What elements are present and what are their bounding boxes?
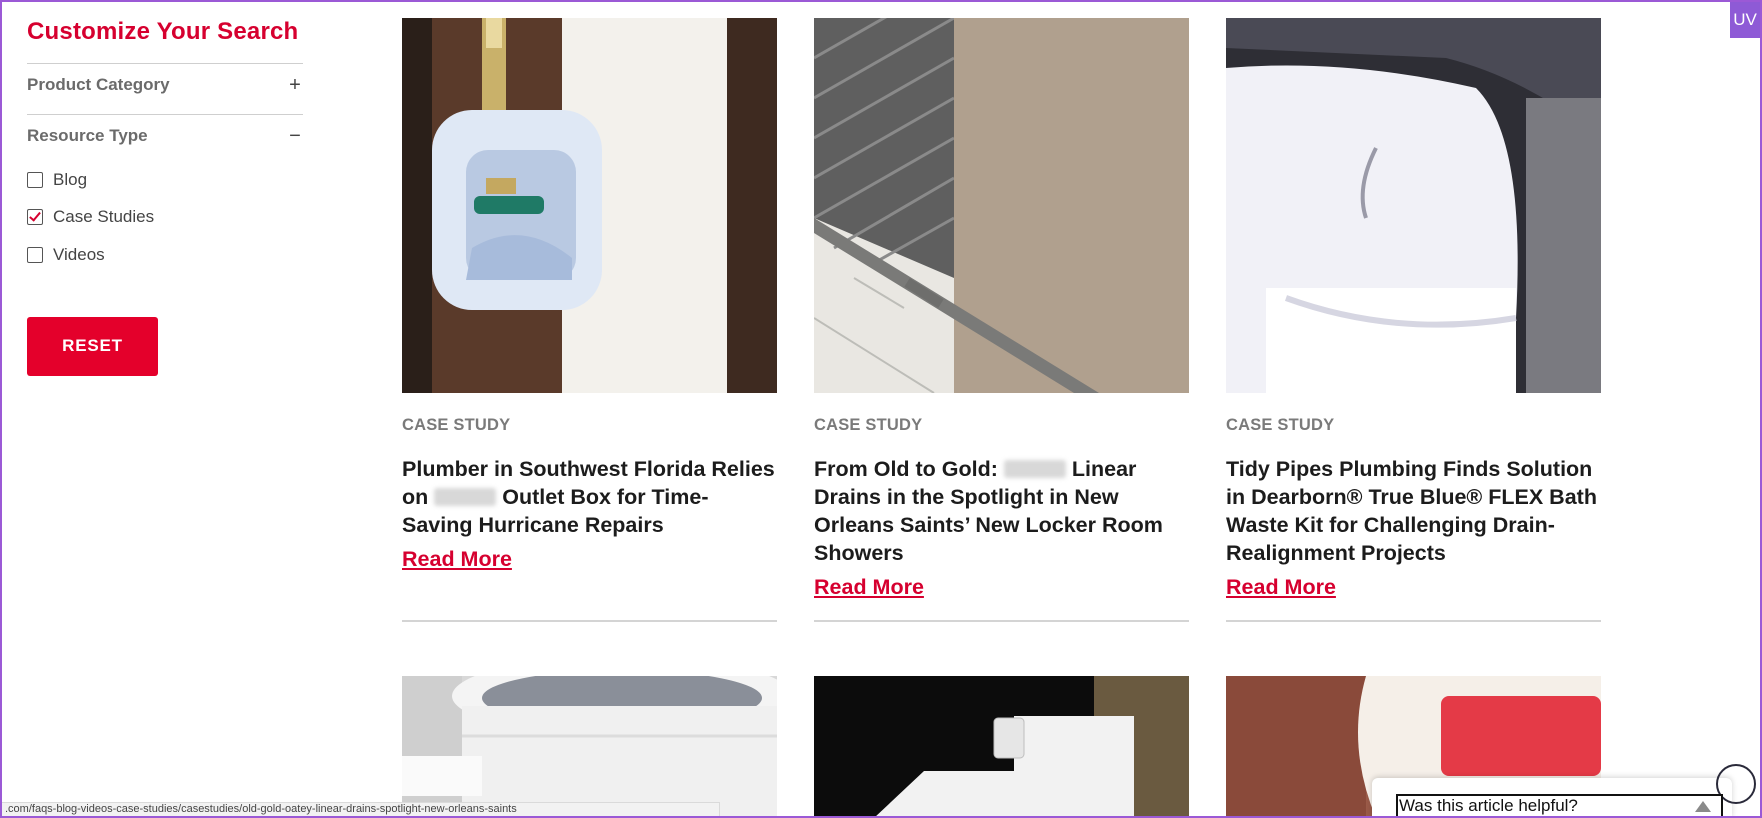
option-case-studies[interactable]: Case Studies [27, 207, 303, 228]
option-blog[interactable]: Blog [27, 169, 303, 190]
box-image[interactable] [814, 676, 1189, 818]
card-label: CASE STUDY [814, 416, 923, 434]
linear-drain-image[interactable] [814, 18, 1189, 393]
read-more-link[interactable]: Read More [814, 575, 924, 600]
feedback-label: Was this article helpful? [1399, 796, 1578, 815]
option-label: Blog [53, 169, 88, 189]
card-divider [814, 620, 1189, 622]
uv-extension-icon[interactable]: UV [1730, 2, 1760, 38]
read-more-link[interactable]: Read More [402, 547, 512, 572]
reset-button[interactable]: RESET [27, 316, 158, 376]
article-card: CASE STUDY Tidy Pipes Plumbing Finds Sol… [1226, 18, 1601, 622]
blurred-brand [434, 488, 497, 506]
card-label: CASE STUDY [402, 416, 511, 434]
minus-icon[interactable]: − [287, 126, 303, 146]
blog-checkbox[interactable] [27, 171, 43, 188]
blurred-brand [1003, 460, 1066, 478]
option-videos[interactable]: Videos [27, 244, 303, 265]
card-title[interactable]: Tidy Pipes Plumbing Finds Solution in De… [1226, 455, 1601, 567]
card-title[interactable]: Plumber in Southwest Florida Relies on O… [402, 455, 777, 539]
card-label: CASE STUDY [1226, 416, 1335, 434]
videos-checkbox[interactable] [27, 246, 43, 263]
card-title[interactable]: From Old to Gold: Linear Drains in the S… [814, 455, 1189, 567]
case-studies-checkbox[interactable] [27, 209, 43, 225]
option-label: Videos [53, 244, 105, 264]
filter-label: Product Category [27, 75, 170, 94]
filter-sidebar: Customize Your Search Product Category +… [27, 18, 303, 376]
plus-icon[interactable]: + [287, 75, 303, 95]
feedback-toggle[interactable]: Was this article helpful? [1396, 794, 1723, 818]
option-label: Case Studies [53, 207, 155, 226]
link-status-bar: .com/faqs-blog-videos-case-studies/cases… [2, 802, 720, 816]
article-card: CASE STUDY Plumber in Southwest Florida … [402, 18, 777, 622]
pipe-fitting-image[interactable] [1226, 18, 1601, 393]
read-more-link[interactable]: Read More [1226, 575, 1336, 600]
outlet-box-image[interactable] [402, 18, 777, 393]
filter-product-category[interactable]: Product Category + [27, 63, 303, 95]
article-card: CASE STUDY From Old to Gold: Linear Drai… [814, 18, 1189, 622]
bucket-image[interactable] [402, 676, 777, 818]
filter-label: Resource Type [27, 126, 148, 145]
card-divider [1226, 620, 1601, 622]
filter-resource-type[interactable]: Resource Type − [27, 114, 303, 146]
resource-type-options: Blog Case Studies Videos [27, 169, 303, 265]
sidebar-title: Customize Your Search [27, 18, 299, 45]
card-divider [402, 620, 777, 622]
expand-triangle-icon[interactable] [1695, 800, 1711, 812]
